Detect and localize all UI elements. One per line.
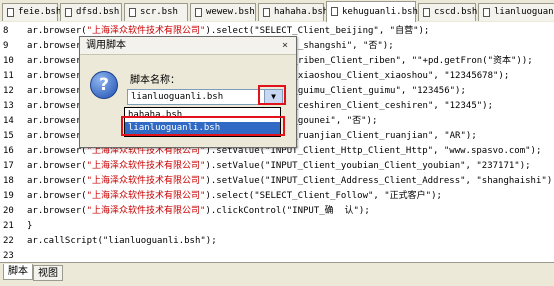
line-number: 17 [3, 161, 14, 171]
file-icon [129, 8, 136, 17]
line-number: 13 [3, 101, 14, 111]
code-line[interactable]: 21} [0, 218, 554, 234]
code-text: } [27, 218, 32, 234]
line-number: 18 [3, 176, 14, 186]
line-number: 22 [3, 236, 14, 246]
code-segment: ar.browser [27, 131, 82, 141]
script-name-label: 脚本名称： [130, 75, 180, 86]
tab-feie[interactable]: feie.bsh [2, 3, 62, 21]
code-text: ar.browser("上海泽众软件技术有限公司").select("SELEC… [27, 188, 442, 204]
code-line[interactable]: 19 ar.browser("上海泽众软件技术有限公司").select("SEL… [0, 188, 554, 204]
code-string: "上海泽众软件技术有限公司" [86, 176, 206, 186]
line-number: 15 [3, 131, 14, 141]
line-number: 9 [3, 41, 9, 51]
tab-label: lianluoguanli.bsh [494, 7, 554, 17]
code-segment: ).setValue("INPUT_Client_youbian_Client_… [205, 161, 531, 171]
code-segment: ar.browser( [27, 26, 87, 36]
file-tab-strip: feie.bsh dfsd.bsh scr.bsh wewew.bsh haha… [0, 0, 554, 23]
question-icon: ? [90, 71, 118, 99]
code-line[interactable]: 23 [0, 248, 554, 262]
tab-cscd[interactable]: cscd.bsh [418, 3, 478, 21]
code-segment: ).clickControl("INPUT_确 认"); [205, 206, 370, 216]
code-segment: ar.browser( [27, 41, 87, 51]
code-segment: ar.callScript("lianluoguanli.bsh"); [27, 236, 217, 246]
tab-dfsd[interactable]: dfsd.bsh [60, 3, 122, 21]
tab-wewew[interactable]: wewew.bsh [190, 3, 256, 21]
tab-label: dfsd.bsh [76, 7, 120, 17]
code-line[interactable]: 20 ar.browser("上海泽众软件技术有限公司").clickContro… [0, 203, 554, 219]
line-number: 14 [3, 116, 14, 126]
file-icon [7, 8, 14, 17]
tab-label: cscd.bsh [434, 7, 478, 17]
code-line[interactable]: 18 ar.browser("上海泽众软件技术有限公司").setValue("I… [0, 173, 554, 189]
code-segment: ar.browser [27, 71, 82, 81]
code-string: "上海泽众软件技术有限公司" [86, 26, 206, 36]
dialog-title: 调用脚本 [80, 37, 296, 55]
file-icon [195, 8, 202, 17]
tab-lianluoguanli[interactable]: lianluoguanli.bsh [478, 3, 554, 21]
code-segment: ).select("SELECT_Client_Follow", "正式客户")… [205, 191, 442, 201]
selected-option-highlight [121, 116, 285, 136]
code-text: ar.browser("上海泽众软件技术有限公司").setValue("INP… [27, 158, 531, 174]
code-segment: ar.browser( [27, 206, 87, 216]
tab-kehuguanli[interactable]: kehuguanli.bsh [326, 1, 418, 22]
code-text: ar.callScript("lianluoguanli.bsh"); [27, 233, 217, 249]
code-text: ar.browser("上海泽众软件技术有限公司").clickControl(… [27, 203, 370, 219]
file-icon [331, 7, 338, 16]
tab-label: wewew.bsh [206, 7, 255, 17]
code-text: ar.browser("上海泽众软件技术有限公司").setValue("INP… [27, 173, 554, 189]
file-icon [483, 8, 490, 17]
code-segment: ar.browser( [27, 191, 87, 201]
file-icon [423, 8, 430, 17]
code-segment: ).select("SELECT_Client_beijing", "自营"); [205, 26, 430, 36]
code-line[interactable]: 17 ar.browser("上海泽众软件技术有限公司").setValue("I… [0, 158, 554, 174]
line-number: 21 [3, 221, 14, 231]
line-number: 20 [3, 206, 14, 216]
tab-label: hahaha.bsh [274, 7, 329, 17]
tab-scr[interactable]: scr.bsh [124, 3, 188, 21]
code-segment: ar.browser( [27, 176, 87, 186]
code-line[interactable]: 22 ar.callScript("lianluoguanli.bsh"); [0, 233, 554, 249]
tab-hahaha[interactable]: hahaha.bsh [258, 3, 328, 21]
file-icon [65, 8, 72, 17]
view-tab-bar: 脚本 视图 [0, 262, 554, 286]
line-number: 19 [3, 191, 14, 201]
tab-label: feie.bsh [18, 7, 62, 17]
code-segment: ar.browser( [27, 146, 87, 156]
code-string: "上海泽众软件技术有限公司" [86, 191, 206, 201]
combo-value: lianluoguanli.bsh [131, 92, 224, 102]
code-segment: } [27, 221, 33, 231]
close-icon[interactable]: × [278, 39, 292, 53]
code-segment: ar.browser [27, 116, 82, 126]
line-number: 10 [3, 56, 14, 66]
dropdown-button-highlight [258, 85, 286, 105]
tab-script[interactable]: 脚本 [3, 264, 33, 280]
code-segment: ar.browser [27, 56, 82, 66]
line-number: 23 [3, 251, 14, 261]
code-segment: ar.browser [27, 86, 82, 96]
code-segment: ar.browser [27, 101, 82, 111]
tab-label: scr.bsh [140, 7, 178, 17]
tab-view[interactable]: 视图 [33, 265, 63, 281]
code-segment: ).setValue("INPUT_Client_Address_Client_… [205, 176, 554, 186]
code-segment: ar.browser( [27, 161, 87, 171]
line-number: 12 [3, 86, 14, 96]
tab-label: kehuguanli.bsh [342, 7, 418, 17]
file-icon [263, 8, 270, 17]
line-number: 16 [3, 146, 14, 156]
code-string: "上海泽众软件技术有限公司" [86, 161, 206, 171]
line-number: 11 [3, 71, 14, 81]
code-string: "上海泽众软件技术有限公司" [86, 206, 206, 216]
line-number: 8 [3, 26, 9, 36]
